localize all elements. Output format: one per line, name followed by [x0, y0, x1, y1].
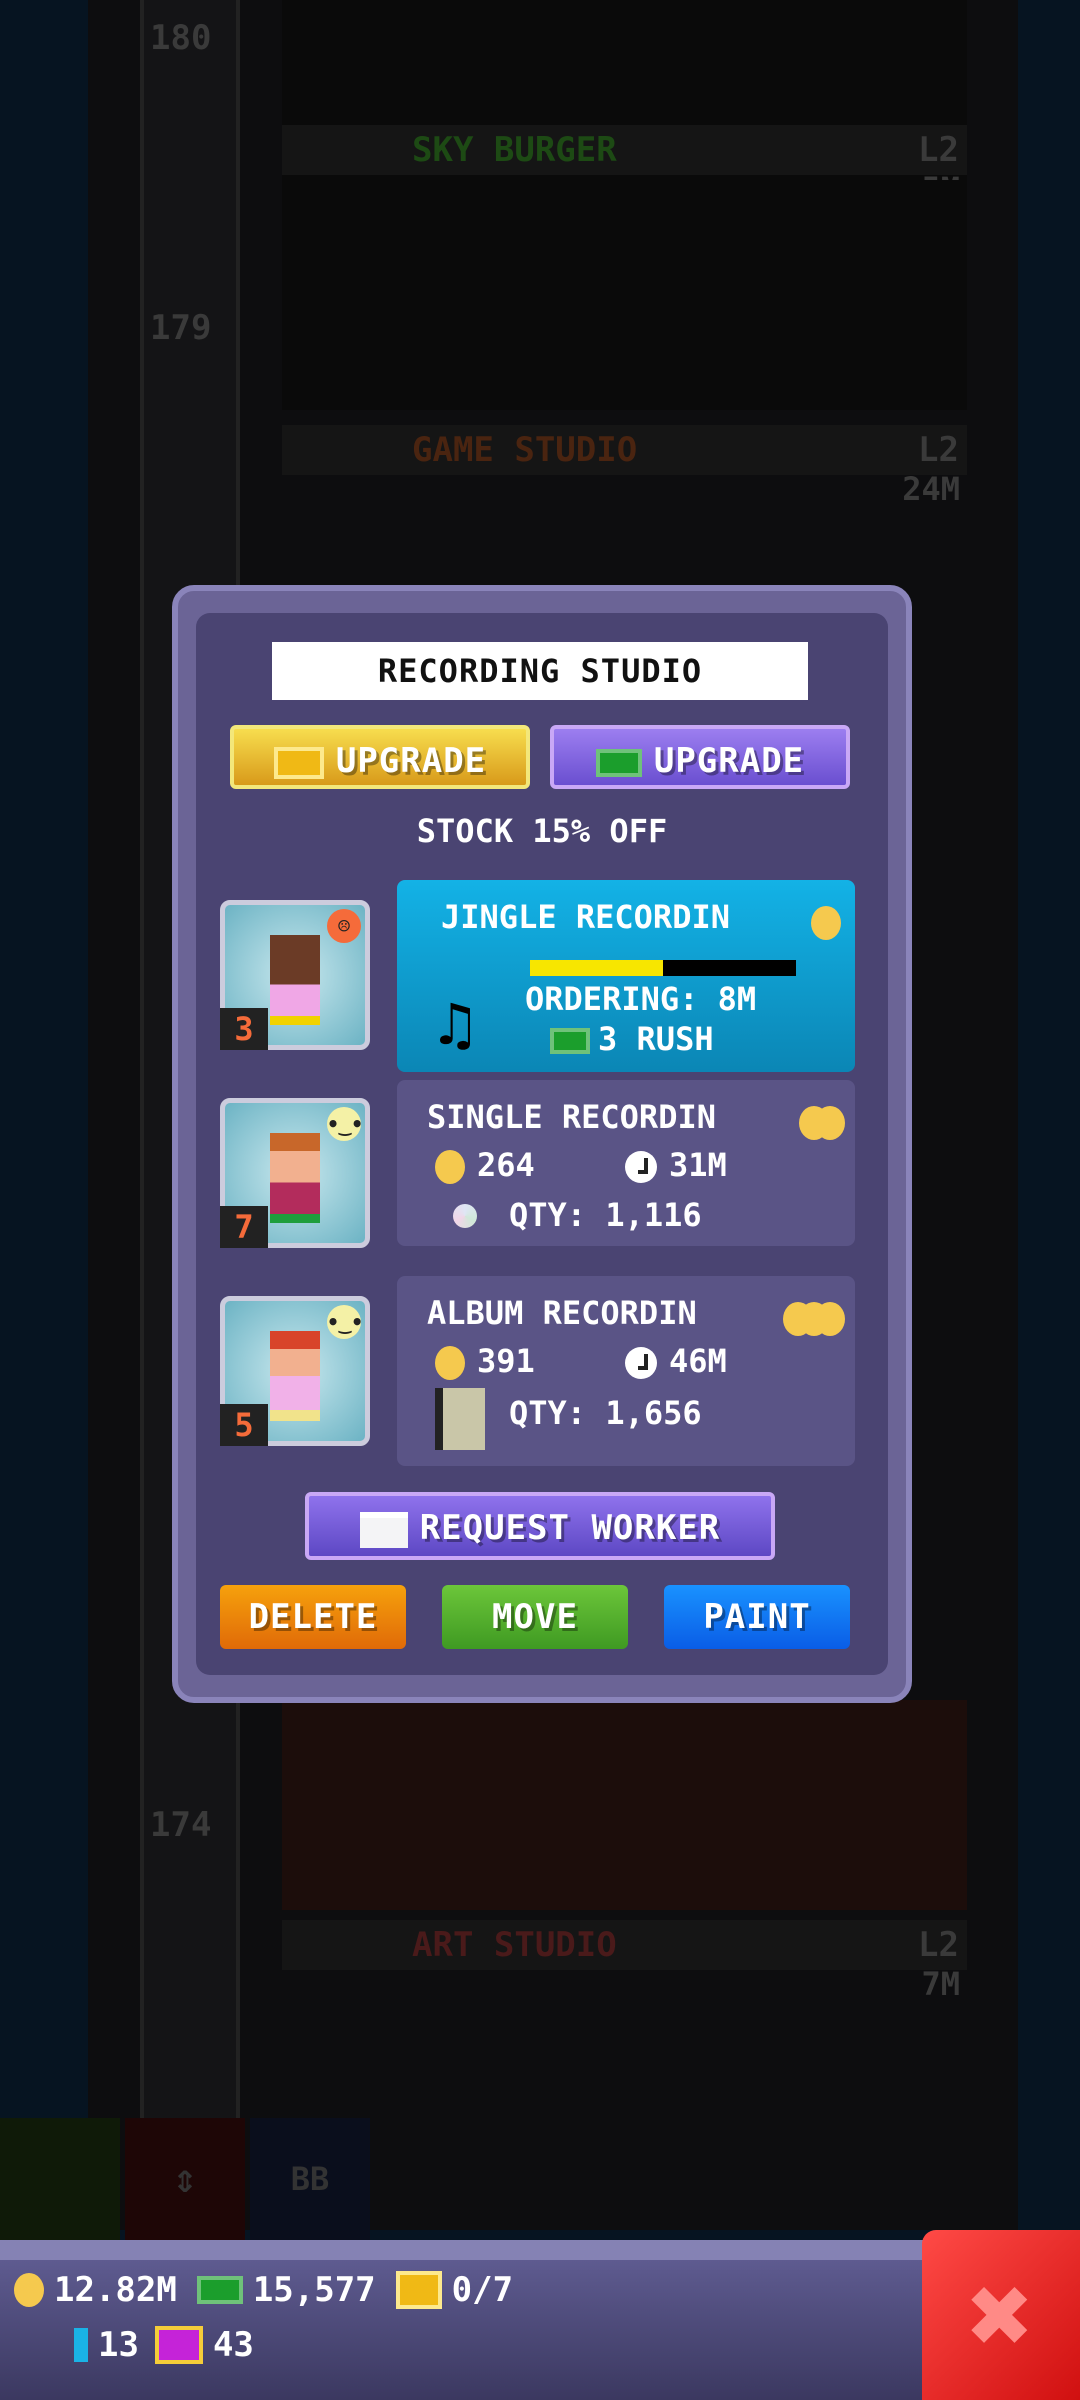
golden-ticket-icon	[395, 2271, 442, 2309]
vip-value: 43	[212, 2325, 254, 2365]
coin-icon	[14, 2273, 44, 2307]
floor-room	[282, 180, 967, 410]
floor-name: SKY BURGER	[412, 130, 617, 170]
golden-ticket-icon	[273, 746, 324, 779]
clock-icon	[625, 1151, 657, 1183]
close-button[interactable]: ✖	[922, 2230, 1080, 2400]
floor-number: 179	[150, 308, 212, 348]
bux-icon	[196, 2276, 243, 2304]
job-time: 46M	[625, 1342, 727, 1380]
floor-header-game-studio[interactable]: GAME STUDIO L2	[282, 425, 967, 475]
job-status: ORDERING: 8M	[525, 980, 757, 1018]
worker-level: 7	[220, 1206, 268, 1248]
floor-header-art-studio[interactable]: ART STUDIO L2	[282, 1920, 967, 1970]
currency-row: 12.82M 15,577 0/7	[14, 2270, 513, 2310]
unhappy-face-icon: ☹	[327, 909, 361, 943]
worker-level: 3	[220, 1008, 268, 1050]
floor-number: 174	[150, 1805, 212, 1845]
progress-fill	[530, 960, 663, 976]
coin-tier-icon	[783, 1298, 845, 1336]
floor-number: 180	[150, 18, 212, 58]
worker-avatar[interactable]: •‿• 5	[220, 1296, 370, 1446]
worker-sprite	[270, 1331, 320, 1421]
neutral-face-icon: •‿•	[327, 1305, 363, 1339]
stock-discount: STOCK 15% OFF	[416, 812, 668, 850]
floor-level: L2	[918, 430, 959, 470]
coin-icon	[435, 1150, 465, 1184]
close-icon: ✖	[967, 2251, 1035, 2379]
key-icon	[74, 2328, 88, 2362]
job-album-recording[interactable]: ALBUM RECORDIN 391 46M QTY: 1,656	[397, 1276, 855, 1466]
envelope-icon	[359, 1511, 408, 1548]
vip-ticket-icon	[154, 2326, 203, 2364]
coins-button[interactable]	[0, 2118, 120, 2240]
job-cost: 391	[435, 1342, 535, 1380]
floor-cost: 7M	[921, 1965, 960, 2003]
move-button[interactable]: MOVE	[442, 1585, 628, 1649]
album-icon	[435, 1388, 485, 1450]
coin-tier-icon	[799, 1102, 845, 1140]
bux-icon	[595, 748, 642, 777]
request-worker-button[interactable]: REQUEST WORKER	[305, 1492, 775, 1560]
worker-level: 5	[220, 1404, 268, 1446]
bitbook-button[interactable]: BB	[250, 2118, 370, 2240]
coin-icon	[435, 1346, 465, 1380]
floor-name: GAME STUDIO	[412, 430, 638, 470]
golden-tickets-value: 0/7	[451, 2270, 514, 2310]
status-bar	[0, 2240, 1080, 2400]
progress-bar	[530, 960, 796, 976]
elevator-button[interactable]: ⇕	[125, 2118, 245, 2240]
job-name: ALBUM RECORDIN	[427, 1294, 697, 1332]
floor-header-sky-burger[interactable]: SKY BURGER L2	[282, 125, 967, 175]
floor-cost: 24M	[902, 470, 960, 508]
upgrade-bux-button[interactable]: UPGRADE	[550, 725, 850, 789]
music-note-icon: ♫	[437, 990, 474, 1060]
cd-icon	[439, 1190, 491, 1242]
worker-avatar[interactable]: ☹ 3	[220, 900, 370, 1050]
job-jingle-recording[interactable]: JINGLE RECORDIN ♫ ORDERING: 8M 3 RUSH	[397, 880, 855, 1072]
floor-name: ART STUDIO	[412, 1925, 617, 1965]
clock-icon	[625, 1347, 657, 1379]
delete-button[interactable]: DELETE	[220, 1585, 406, 1649]
worker-sprite	[270, 1133, 320, 1223]
items-row: 13 43	[74, 2325, 254, 2365]
bux-icon	[550, 1028, 590, 1054]
job-time: 31M	[625, 1146, 727, 1184]
job-qty: QTY: 1,116	[509, 1196, 702, 1234]
job-name: SINGLE RECORDIN	[427, 1098, 716, 1136]
floor-room	[282, 1700, 967, 1910]
upgrade-coins-button[interactable]: UPGRADE	[230, 725, 530, 789]
job-cost: 264	[435, 1146, 535, 1184]
coins-value: 12.82M	[54, 2270, 177, 2310]
keys-value: 13	[98, 2325, 139, 2365]
paint-button[interactable]: PAINT	[664, 1585, 850, 1649]
floor-level: L2	[918, 130, 959, 170]
job-name: JINGLE RECORDIN	[441, 898, 730, 936]
dialog-title: RECORDING STUDIO	[272, 642, 808, 700]
floor-level: L2	[918, 1925, 959, 1965]
bux-value: 15,577	[252, 2270, 376, 2310]
job-qty: QTY: 1,656	[509, 1394, 702, 1432]
neutral-face-icon: •‿•	[327, 1107, 363, 1141]
rush-button[interactable]: 3 RUSH	[550, 1020, 714, 1058]
coin-icon	[811, 906, 841, 940]
worker-sprite	[270, 935, 320, 1025]
job-single-recording[interactable]: SINGLE RECORDIN 264 31M QTY: 1,116	[397, 1080, 855, 1246]
worker-avatar[interactable]: •‿• 7	[220, 1098, 370, 1248]
